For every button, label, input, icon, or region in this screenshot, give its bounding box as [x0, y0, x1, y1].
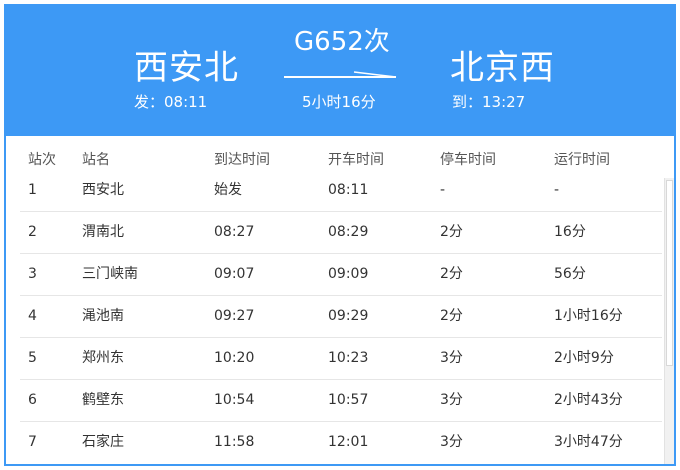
stop-duration-cell: 2分 [440, 224, 463, 240]
trip-duration: 5小时16分 [302, 93, 376, 111]
arrival-time-cell: 09:07 [214, 266, 255, 282]
run-time-cell: 2小时43分 [554, 392, 623, 408]
arrival-station: 北京西 [450, 48, 555, 88]
col-header-departure: 开车时间 [328, 152, 384, 168]
run-time-cell: 1小时16分 [554, 308, 623, 324]
station-name: 郑州东 [82, 350, 124, 366]
arrival-time-cell: 09:27 [214, 308, 255, 324]
arrival-time-cell: 11:58 [214, 434, 255, 450]
stop-no: 5 [28, 350, 37, 366]
col-header-stop-no: 站次 [28, 152, 56, 168]
run-time-cell: 3小时47分 [554, 434, 623, 450]
col-header-station: 站名 [82, 152, 110, 168]
table-row: 3 三门峡南 09:07 09:09 2分 56分 [6, 254, 662, 296]
table-row: 2 渭南北 08:27 08:29 2分 16分 [6, 212, 662, 254]
departure-time-cell: 10:23 [328, 350, 369, 366]
departure-time-cell: 12:01 [328, 434, 369, 450]
run-time-cell: 16分 [554, 224, 586, 240]
run-time-cell: 2小时9分 [554, 350, 614, 366]
stop-duration-cell: 2分 [440, 266, 463, 282]
stop-duration-cell: 3分 [440, 392, 463, 408]
departure-time: 发：08:11 [134, 93, 208, 111]
departure-station: 西安北 [134, 48, 239, 88]
arrival-time-cell: 10:54 [214, 392, 255, 408]
col-header-arrival: 到达时间 [214, 152, 270, 168]
stop-no: 3 [28, 266, 37, 282]
table-row: 6 鹤壁东 10:54 10:57 3分 2小时43分 [6, 380, 662, 422]
departure-time-cell: 09:29 [328, 308, 369, 324]
table-row: 1 西安北 始发 08:11 - - [6, 178, 662, 212]
run-time-cell: - [554, 182, 560, 198]
arrival-time-cell: 10:20 [214, 350, 255, 366]
stop-no: 6 [28, 392, 37, 408]
train-number: G652次 [294, 27, 390, 57]
route-arrow-icon [284, 71, 397, 78]
stop-duration-cell: 2分 [440, 308, 463, 324]
arrival-time-cell: 始发 [214, 182, 242, 198]
station-name: 渑池南 [82, 308, 124, 324]
station-name: 鹤壁东 [82, 392, 124, 408]
table-row: 7 石家庄 11:58 12:01 3分 3小时47分 [6, 422, 662, 464]
train-schedule-panel: 西安北 发：08:11 G652次 5小时16分 北京西 到：13:27 站次 … [4, 4, 676, 466]
departure-time-cell: 10:57 [328, 392, 369, 408]
departure-time-cell: 09:09 [328, 266, 369, 282]
stop-no: 2 [28, 224, 37, 240]
arrival-time: 到：13:27 [452, 93, 526, 111]
station-name: 石家庄 [82, 434, 124, 450]
departure-time-cell: 08:29 [328, 224, 369, 240]
stop-no: 7 [28, 434, 37, 450]
schedule-rows[interactable]: 1 西安北 始发 08:11 - - 2 渭南北 08:27 08:29 2分 … [6, 178, 662, 464]
table-row: 4 渑池南 09:27 09:29 2分 1小时16分 [6, 296, 662, 338]
stop-no: 4 [28, 308, 37, 324]
col-header-run-time: 运行时间 [554, 152, 610, 168]
stop-duration-cell: - [440, 182, 446, 198]
station-name: 西安北 [82, 182, 124, 198]
vertical-scrollbar[interactable] [664, 178, 674, 464]
stop-no: 1 [28, 182, 37, 198]
table-header: 站次 站名 到达时间 开车时间 停车时间 运行时间 [6, 144, 674, 176]
table-row: 5 郑州东 10:20 10:23 3分 2小时9分 [6, 338, 662, 380]
stop-duration-cell: 3分 [440, 434, 463, 450]
scrollbar-thumb[interactable] [666, 180, 673, 366]
stop-duration-cell: 3分 [440, 350, 463, 366]
run-time-cell: 56分 [554, 266, 586, 282]
station-name: 渭南北 [82, 224, 124, 240]
station-name: 三门峡南 [82, 266, 138, 282]
col-header-stop-time: 停车时间 [440, 152, 496, 168]
arrival-time-cell: 08:27 [214, 224, 255, 240]
departure-time-cell: 08:11 [328, 182, 369, 198]
route-header: 西安北 发：08:11 G652次 5小时16分 北京西 到：13:27 [6, 6, 674, 136]
